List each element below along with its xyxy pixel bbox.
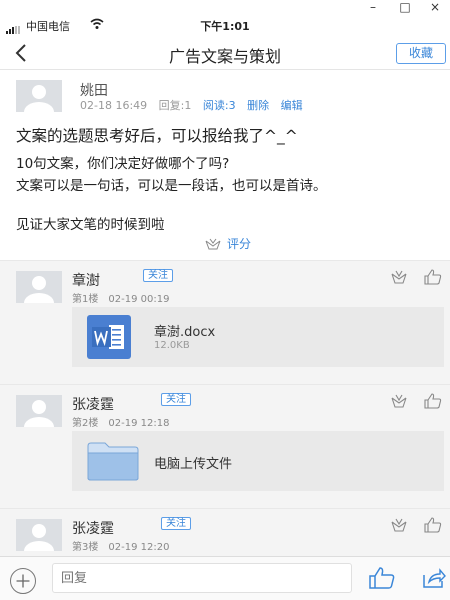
like-icon[interactable] (369, 567, 395, 589)
post-meta: 02-18 16:49 回复:1 阅读:3 删除 编辑 (80, 97, 311, 113)
reply-item: 张凌霆 关注 第2楼 02-19 12:18 电脑上传文件 (0, 384, 450, 508)
read-count: 阅读:3 (202, 99, 236, 112)
reply-floor: 第3楼 02-19 12:20 (72, 538, 169, 553)
rate-button[interactable]: 评分 (205, 235, 251, 252)
follow-button[interactable]: 关注 (161, 393, 191, 406)
file-name: 电脑上传文件 (154, 457, 233, 472)
reply-floor: 第2楼 02-19 12:18 (72, 414, 169, 429)
reply-time: 02-19 12:20 (108, 542, 170, 553)
maximize-button[interactable]: □ (390, 0, 420, 14)
file-name: 章澍.docx (154, 325, 216, 340)
like-icon[interactable] (424, 517, 442, 533)
rate-label: 评分 (227, 237, 252, 251)
page-title: 广告文案与策划 (168, 47, 281, 66)
rate-icon[interactable] (390, 393, 408, 409)
share-icon[interactable] (422, 567, 446, 589)
avatar[interactable] (16, 395, 62, 427)
delete-link[interactable]: 删除 (247, 99, 269, 112)
avatar[interactable] (16, 519, 62, 551)
like-icon[interactable] (424, 393, 442, 409)
minimize-button[interactable]: – (358, 0, 388, 14)
reply-floor: 第1楼 02-19 00:19 (72, 290, 169, 305)
floor-number: 第3楼 (72, 542, 99, 553)
avatar[interactable] (16, 271, 62, 303)
rate-icon[interactable] (390, 269, 408, 285)
post-line-2: 10句文案，你们决定好做哪个了吗? (16, 156, 230, 172)
reply-author[interactable]: 章澍 (72, 270, 100, 290)
status-time: 下午1:01 (200, 20, 250, 33)
reply-author[interactable]: 张凌霆 (72, 394, 114, 414)
rate-icon[interactable] (390, 517, 408, 533)
attachment-card[interactable]: 章澍.docx 12.0KB (72, 307, 444, 367)
reply-item: 张凌霆 关注 第3楼 02-19 12:20 (0, 508, 450, 556)
post-date: 02-18 16:49 (80, 99, 148, 112)
like-icon[interactable] (424, 269, 442, 285)
status-bar: 中国电信 下午1:01 (0, 14, 450, 36)
follow-button[interactable]: 关注 (161, 517, 191, 530)
floor-number: 第2楼 (72, 418, 99, 429)
add-icon[interactable] (10, 568, 36, 594)
post-line-1: 文案的选题思考好后，可以报给我了^_^ (16, 127, 298, 145)
file-size: 12.0KB (154, 340, 190, 351)
main-post: 姚田 02-18 16:49 回复:1 阅读:3 删除 编辑 文案的选题思考好后… (0, 70, 450, 260)
nav-bar: 广告文案与策划 收藏 (0, 36, 450, 70)
attachment-card[interactable]: 电脑上传文件 (72, 431, 444, 491)
collect-button[interactable]: 收藏 (396, 43, 446, 64)
edit-link[interactable]: 编辑 (281, 99, 303, 112)
reply-composer (0, 556, 450, 600)
folder-icon (87, 442, 139, 481)
reply-author[interactable]: 张凌霆 (72, 518, 114, 538)
word-file-icon (87, 315, 131, 359)
reply-item: 章澍 关注 第1楼 02-19 00:19 章澍.docx 12.0KB (0, 260, 450, 384)
post-line-3: 文案可以是一句话，可以是一段话，也可以是首诗。 (16, 178, 327, 194)
avatar[interactable] (16, 80, 62, 112)
window-titlebar: – □ × (0, 0, 450, 14)
close-button[interactable]: × (420, 0, 450, 14)
reply-time: 02-19 00:19 (108, 294, 170, 305)
rate-icon (205, 238, 221, 250)
floor-number: 第1楼 (72, 294, 99, 305)
reply-input[interactable] (52, 563, 352, 593)
reply-time: 02-19 12:18 (108, 418, 170, 429)
reply-count: 回复:1 (158, 99, 192, 112)
follow-button[interactable]: 关注 (143, 269, 173, 282)
post-line-4: 见证大家文笔的时候到啦 (16, 217, 165, 233)
